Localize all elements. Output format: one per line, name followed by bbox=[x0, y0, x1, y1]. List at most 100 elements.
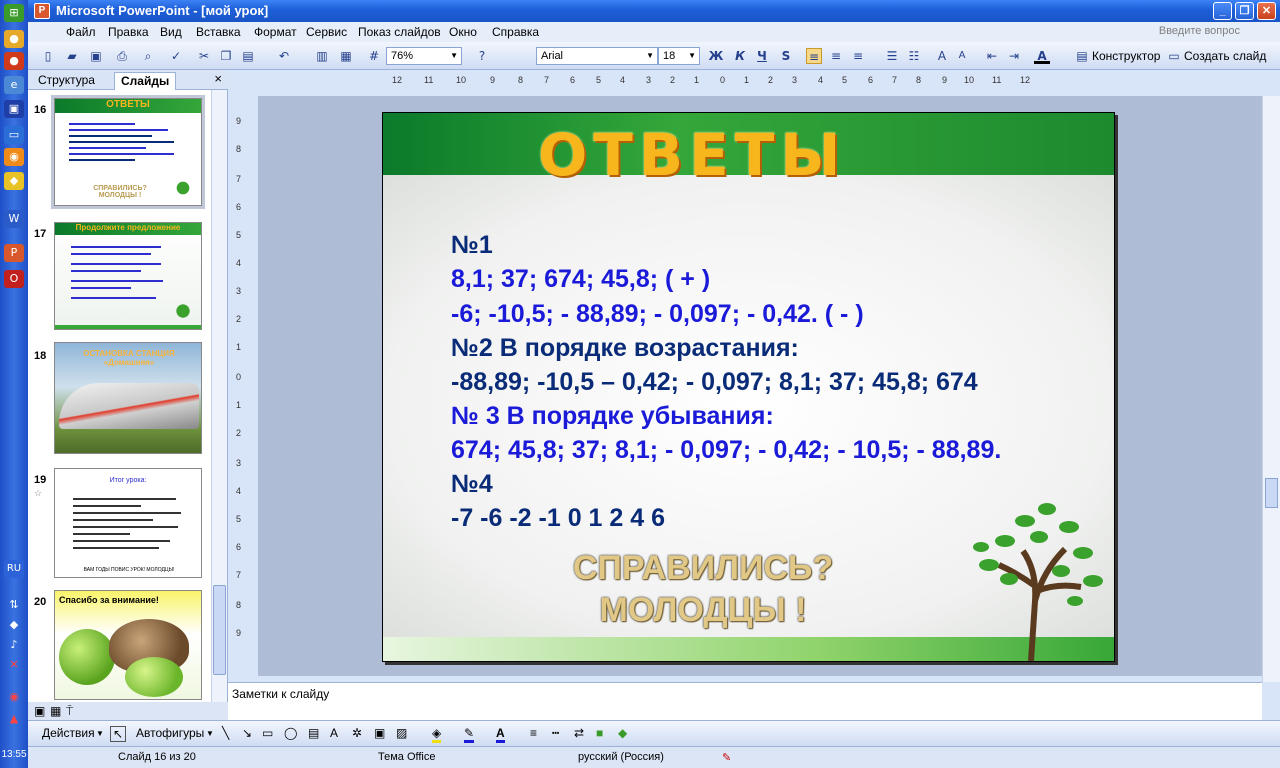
bold-button[interactable]: Ж bbox=[708, 48, 724, 64]
cut-icon[interactable]: ✂ bbox=[196, 48, 212, 64]
taskbar-app-icon[interactable]: ● bbox=[4, 30, 24, 48]
taskbar-app-icon[interactable]: ▣ bbox=[4, 100, 24, 118]
menu-file[interactable]: Файл bbox=[66, 25, 96, 39]
numbering-icon[interactable]: ☰ bbox=[884, 48, 900, 64]
start-button-icon[interactable]: ⊞ bbox=[4, 4, 24, 22]
font-size-select[interactable]: 18 ▼ bbox=[658, 47, 700, 65]
menu-format[interactable]: Формат bbox=[254, 25, 297, 39]
menu-view[interactable]: Вид bbox=[160, 25, 182, 39]
spelling-status-icon[interactable]: ✎ bbox=[722, 751, 731, 764]
line-style-icon[interactable]: ≡ bbox=[530, 726, 537, 740]
insert-chart-icon[interactable]: ▥ bbox=[314, 48, 330, 64]
menu-tools[interactable]: Сервис bbox=[306, 25, 347, 39]
align-right-icon[interactable]: ≡ bbox=[850, 48, 866, 64]
taskbar-app-icon[interactable]: e bbox=[4, 76, 24, 94]
tray-icon[interactable]: ◆ bbox=[4, 616, 24, 634]
fill-color-icon[interactable]: ◈ bbox=[432, 726, 442, 743]
arrow-style-icon[interactable]: ⇄ bbox=[574, 726, 584, 740]
new-slide-icon[interactable]: ▭ bbox=[1166, 48, 1182, 64]
new-slide-button[interactable]: Создать слайд bbox=[1184, 49, 1266, 63]
answer-line[interactable]: -6; -10,5; - 88,89; - 0,097; - 0,42. ( -… bbox=[451, 300, 864, 329]
tray-icon[interactable]: ▲ bbox=[4, 710, 24, 728]
answer-line[interactable]: -7 -6 -2 -1 0 1 2 4 6 bbox=[451, 504, 665, 533]
clock[interactable]: 13:55 bbox=[0, 749, 28, 760]
menu-help[interactable]: Справка bbox=[492, 25, 539, 39]
new-icon[interactable]: ▯ bbox=[40, 48, 56, 64]
bullets-icon[interactable]: ☷ bbox=[906, 48, 922, 64]
underline-button[interactable]: Ч bbox=[754, 48, 770, 64]
copy-icon[interactable]: ❐ bbox=[218, 48, 234, 64]
italic-button[interactable]: К bbox=[732, 48, 748, 64]
answer-line[interactable]: №1 bbox=[451, 231, 493, 260]
close-button[interactable]: ✕ bbox=[1257, 2, 1276, 20]
shadow-style-icon[interactable]: ■ bbox=[596, 726, 603, 740]
dash-style-icon[interactable]: ┅ bbox=[552, 726, 559, 740]
3d-style-icon[interactable]: ◆ bbox=[618, 726, 627, 740]
decrease-indent-icon[interactable]: ⇤ bbox=[984, 48, 1000, 64]
restore-button[interactable]: ❐ bbox=[1235, 2, 1254, 20]
line-color-icon[interactable]: ✎ bbox=[464, 726, 475, 743]
answer-line[interactable]: №4 bbox=[451, 470, 493, 499]
insert-table-icon[interactable]: ▦ bbox=[338, 48, 354, 64]
print-icon[interactable]: ⎙ bbox=[114, 48, 130, 64]
minimize-button[interactable]: _ bbox=[1213, 2, 1232, 20]
taskbar-app-icon[interactable]: ▭ bbox=[4, 126, 24, 144]
undo-icon[interactable]: ↶ bbox=[276, 48, 292, 64]
taskbar-powerpoint-icon[interactable]: P bbox=[4, 244, 24, 262]
scrollbar-thumb[interactable] bbox=[1265, 478, 1278, 508]
tray-icon[interactable]: ✕ bbox=[4, 656, 24, 674]
save-icon[interactable]: ▣ bbox=[88, 48, 104, 64]
increase-font-icon[interactable]: A bbox=[934, 48, 950, 64]
close-icon[interactable]: × bbox=[214, 71, 222, 86]
normal-view-icon[interactable]: ▣ bbox=[34, 704, 45, 718]
help-question-input[interactable]: Введите вопрос bbox=[1159, 25, 1240, 37]
menu-edit[interactable]: Правка bbox=[108, 25, 149, 39]
tab-outline[interactable]: Структура bbox=[32, 72, 101, 90]
font-color-icon[interactable]: A bbox=[1034, 48, 1050, 64]
tab-slides[interactable]: Слайды bbox=[114, 72, 177, 90]
taskbar-word-icon[interactable]: W bbox=[4, 210, 24, 228]
zoom-select[interactable]: 76% ▼ bbox=[386, 47, 462, 65]
font-select[interactable]: Arial ▼ bbox=[536, 47, 658, 65]
answer-line[interactable]: 8,1; 37; 674; 45,8; ( + ) bbox=[451, 265, 710, 294]
sorter-view-icon[interactable]: ▦ bbox=[50, 704, 61, 718]
slide-thumbnail-19[interactable]: Итог урока: ВАМ ГОДЫ ПОВИС УРОК! МОЛОДЦЫ… bbox=[54, 468, 202, 578]
tray-network-icon[interactable]: ⇅ bbox=[4, 596, 24, 614]
slide-thumbnail-16[interactable]: ОТВЕТЫ СПРАВИЛИСЬ? МОЛОДЦЫ ! bbox=[51, 95, 205, 209]
answer-line[interactable]: -88,89; -10,5 – 0,42; - 0,097; 8,1; 37; … bbox=[451, 368, 978, 397]
slide-scrollbar[interactable] bbox=[1262, 96, 1280, 682]
taskbar-app-icon[interactable]: ◆ bbox=[4, 172, 24, 190]
autoshapes-menu[interactable]: Автофигуры bbox=[136, 726, 204, 740]
spelling-icon[interactable]: ✓ bbox=[168, 48, 184, 64]
current-slide[interactable]: ОТВЕТЫ №1 8,1; 37; 674; 45,8; ( + ) -6; … bbox=[382, 112, 1115, 662]
slideshow-view-icon[interactable]: ⍑ bbox=[66, 704, 73, 719]
tray-speaker-icon[interactable]: ♪ bbox=[4, 636, 24, 654]
clipart-icon[interactable]: ▣ bbox=[374, 726, 385, 740]
diagram-icon[interactable]: ✲ bbox=[352, 726, 362, 740]
slide-thumbnail-18[interactable]: ОСТАНОВКА СТАНЦИЯ «Домашняя» bbox=[54, 342, 202, 454]
help-icon[interactable]: ? bbox=[474, 48, 490, 64]
open-icon[interactable]: ▰ bbox=[64, 48, 80, 64]
answer-line[interactable]: № 3 В порядке убывания: bbox=[451, 402, 774, 431]
answer-line[interactable]: 674; 45,8; 37; 8,1; - 0,097; - 0,42; - 1… bbox=[451, 436, 1001, 465]
shadow-button[interactable]: S bbox=[778, 48, 794, 64]
menu-insert[interactable]: Вставка bbox=[196, 25, 241, 39]
textbox-icon[interactable]: ▤ bbox=[308, 726, 319, 740]
font-color-icon[interactable]: A bbox=[496, 726, 505, 743]
print-preview-icon[interactable]: ⌕ bbox=[140, 48, 156, 64]
select-pointer-icon[interactable]: ↖ bbox=[110, 726, 127, 742]
decrease-font-icon[interactable]: A bbox=[954, 48, 970, 64]
oval-icon[interactable]: ◯ bbox=[284, 726, 297, 740]
answer-line[interactable]: №2 В порядке возрастания: bbox=[451, 334, 799, 363]
taskbar-app-icon[interactable]: ◉ bbox=[4, 148, 24, 166]
powerpoint-app-icon[interactable]: P bbox=[34, 3, 50, 19]
slide-title[interactable]: ОТВЕТЫ bbox=[538, 121, 846, 189]
grid-icon[interactable]: # bbox=[366, 48, 382, 64]
increase-indent-icon[interactable]: ⇥ bbox=[1006, 48, 1022, 64]
taskbar-app-icon[interactable]: ● bbox=[4, 52, 24, 70]
arrow-icon[interactable]: ↘ bbox=[242, 726, 252, 740]
slide-thumbnail-20[interactable]: Спасибо за внимание! bbox=[54, 590, 202, 700]
wordart-icon[interactable]: A bbox=[330, 726, 338, 740]
actions-menu[interactable]: Действия bbox=[42, 726, 95, 740]
slides-scrollbar[interactable] bbox=[211, 90, 227, 702]
